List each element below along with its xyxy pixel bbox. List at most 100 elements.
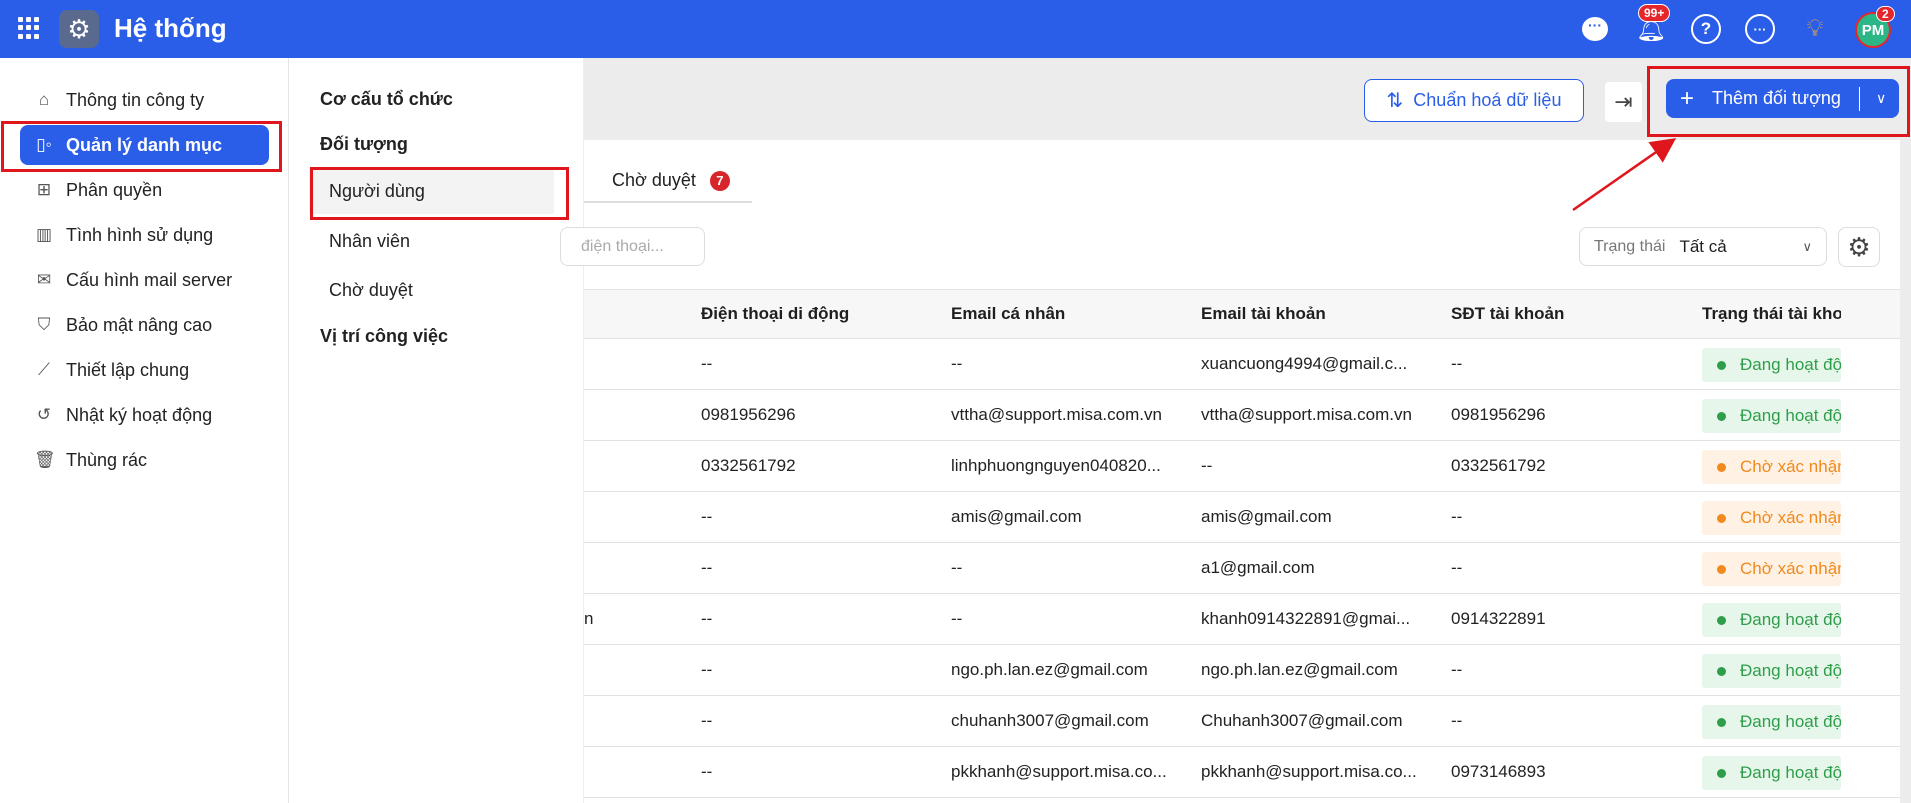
permission-icon: ⊞ bbox=[36, 180, 52, 199]
acc_phone-cell: -- bbox=[1451, 558, 1463, 577]
bar-chart-icon: ▥ bbox=[35, 225, 53, 244]
sidebar-item-label: Tình hình sử dụng bbox=[66, 224, 214, 245]
column-header[interactable]: Điện thoại di động bbox=[701, 304, 849, 324]
sidebar-item-label: Thông tin công ty bbox=[66, 89, 205, 110]
phone-cell: -- bbox=[701, 660, 713, 679]
status-badge: Đang hoạt động bbox=[1702, 654, 1841, 688]
sidebar-item-6[interactable]: ⟋ Thiết lập chung bbox=[20, 350, 269, 390]
history-icon: ↺ bbox=[36, 405, 52, 424]
chevron-down-icon: ∨ bbox=[1802, 238, 1812, 254]
status-dot-icon bbox=[1717, 564, 1726, 574]
sidebar-item-3[interactable]: ▥ Tình hình sử dụng bbox=[20, 215, 269, 255]
sidebar-item-label: Thùng rác bbox=[66, 449, 148, 470]
sidebar-item-label: Nhật ký hoạt động bbox=[66, 404, 213, 425]
acc_phone-cell: -- bbox=[1451, 354, 1463, 373]
phone-cell: -- bbox=[701, 558, 713, 577]
phone-cell: -- bbox=[701, 762, 713, 781]
status-dot-icon bbox=[1717, 411, 1726, 421]
acc_email-cell: amis@gmail.com bbox=[1201, 507, 1332, 526]
table-row[interactable]: 0981956296 vttha@support.misa.com.vn vttha… bbox=[584, 390, 1900, 441]
export-icon[interactable]: ⇥ bbox=[1605, 82, 1642, 122]
acc_email-cell: vttha@support.misa.com.vn bbox=[1201, 405, 1412, 424]
column-header[interactable]: Trạng thái tài khoản bbox=[1702, 304, 1841, 324]
search-input[interactable]: điện thoại... bbox=[560, 227, 705, 266]
idea-book-icon[interactable]: 💡︎ bbox=[1800, 14, 1830, 44]
table-row[interactable]: -- amis@gmail.com amis@gmail.com -- Chờ xác … bbox=[584, 492, 1900, 543]
acc_email-cell: -- bbox=[1201, 456, 1213, 475]
email-cell: chuhanh3007@gmail.com bbox=[951, 711, 1149, 730]
phone-cell: 0332561792 bbox=[701, 456, 796, 475]
highlight-box-add-button bbox=[1647, 66, 1910, 137]
status-badge: Đang hoạt động bbox=[1702, 756, 1841, 790]
status-dot-icon bbox=[1717, 666, 1726, 676]
normalize-data-button[interactable]: ⇅ Chuẩn hoá dữ liệu bbox=[1364, 79, 1584, 122]
sidebar-item-7[interactable]: ↺ Nhật ký hoạt động bbox=[20, 395, 269, 435]
column-header[interactable]: SĐT tài khoản bbox=[1451, 304, 1564, 324]
app-grid-icon[interactable] bbox=[18, 17, 40, 39]
tab-pending[interactable]: Chờ duyệt 7 bbox=[584, 160, 752, 203]
sidebar-item-label: Bảo mật nâng cao bbox=[66, 314, 213, 335]
sidebar-item-8[interactable]: 🗑︎ Thùng rác bbox=[20, 440, 269, 480]
help-icon[interactable]: ? bbox=[1691, 14, 1721, 44]
table-row[interactable]: 0332561792 linhphuongnguyen040820... -- 033… bbox=[584, 441, 1900, 492]
home-icon: ⌂ bbox=[38, 90, 50, 109]
settings-logo-icon: ⚙ bbox=[59, 10, 99, 48]
chat-icon[interactable]: ··· bbox=[1580, 14, 1610, 44]
status-badge: Chờ xác nhận bbox=[1702, 552, 1841, 586]
table-row[interactable]: n -- -- khanh0914322891@gmai... 0914322891 Đa… bbox=[584, 594, 1900, 645]
email-cell: amis@gmail.com bbox=[951, 507, 1082, 526]
mail-icon: ✉ bbox=[36, 270, 52, 289]
submenu-item-employees[interactable]: Nhân viên bbox=[309, 218, 554, 264]
status-dot-icon bbox=[1717, 768, 1726, 778]
more-icon[interactable]: ··· bbox=[1745, 14, 1775, 44]
acc_email-cell: ngo.ph.lan.ez@gmail.com bbox=[1201, 660, 1398, 679]
status-badge: Chờ xác nhận bbox=[1702, 450, 1841, 484]
email-cell: vttha@support.misa.com.vn bbox=[951, 405, 1162, 424]
submenu-org-structure[interactable]: Cơ cấu tổ chức bbox=[320, 89, 453, 110]
status-dot-icon bbox=[1717, 615, 1726, 625]
acc_phone-cell: -- bbox=[1451, 711, 1463, 730]
acc_email-cell: Chuhanh3007@gmail.com bbox=[1201, 711, 1403, 730]
acc_phone-cell: 0332561792 bbox=[1451, 456, 1546, 475]
sidebar-item-2[interactable]: ⊞ Phân quyền bbox=[20, 170, 269, 210]
sidebar-item-4[interactable]: ✉ Cấu hình mail server bbox=[20, 260, 269, 300]
submenu-objects-heading: Đối tượng bbox=[320, 134, 408, 154]
submenu-item-pending[interactable]: Chờ duyệt bbox=[309, 267, 554, 313]
status-filter-select[interactable]: Trạng thái Tất cả ∨ bbox=[1579, 227, 1827, 266]
acc_email-cell: pkkhanh@support.misa.co... bbox=[1201, 762, 1417, 781]
sync-icon: ⇅ bbox=[1386, 90, 1404, 112]
acc_phone-cell: -- bbox=[1451, 660, 1463, 679]
status-badge: Đang hoạt động bbox=[1702, 399, 1841, 433]
column-header[interactable]: Email tài khoản bbox=[1201, 304, 1326, 324]
email-cell: linhphuongnguyen040820... bbox=[951, 456, 1161, 475]
column-header[interactable]: Email cá nhân bbox=[951, 304, 1065, 324]
column-settings-gear-icon[interactable]: ⚙ bbox=[1838, 227, 1880, 267]
acc_email-cell: xuancuong4994@gmail.c... bbox=[1201, 354, 1408, 373]
app-title: Hệ thống bbox=[114, 13, 227, 43]
email-cell: -- bbox=[951, 354, 963, 373]
table-row[interactable]: -- -- a1@gmail.com -- Chờ xác nhận bbox=[584, 543, 1900, 594]
sidebar-item-0[interactable]: ⌂ Thông tin công ty bbox=[20, 80, 269, 120]
submenu-positions[interactable]: Vị trí công việc bbox=[320, 326, 448, 347]
top-bar: ⚙ Hệ thống ··· 🔔︎ 99+ ? ··· 💡︎ PM 2 bbox=[0, 0, 1911, 58]
phone-cell: -- bbox=[701, 507, 713, 526]
table-row[interactable]: -- -- xuancuong4994@gmail.c... -- Đang hoạt … bbox=[584, 339, 1900, 390]
avatar-badge: 2 bbox=[1876, 6, 1895, 22]
phone-cell: -- bbox=[701, 609, 713, 628]
status-badge: Đang hoạt động bbox=[1702, 348, 1841, 382]
sidebar-item-label: Phân quyền bbox=[66, 179, 163, 200]
status-badge: Chờ xác nhận bbox=[1702, 501, 1841, 535]
pending-count-badge: 7 bbox=[709, 170, 730, 191]
acc_phone-cell: 0914322891 bbox=[1451, 609, 1546, 628]
email-cell: pkkhanh@support.misa.co... bbox=[951, 762, 1167, 781]
table-row[interactable]: -- pkkhanh@support.misa.co... pkkhanh@supp… bbox=[584, 747, 1900, 798]
sidebar-item-5[interactable]: ⛉ Bảo mật nâng cao bbox=[20, 305, 269, 345]
highlight-box-sidebar bbox=[1, 121, 282, 172]
phone-cell: 0981956296 bbox=[701, 405, 796, 424]
name-cell: n bbox=[584, 609, 594, 628]
notification-badge: 99+ bbox=[1638, 4, 1671, 22]
status-dot-icon bbox=[1717, 513, 1726, 523]
table-row[interactable]: -- ngo.ph.lan.ez@gmail.com ngo.ph.lan.ez@g… bbox=[584, 645, 1900, 696]
table-row[interactable]: -- chuhanh3007@gmail.com Chuhanh3007@gmail… bbox=[584, 696, 1900, 747]
highlight-box-users bbox=[310, 167, 569, 220]
